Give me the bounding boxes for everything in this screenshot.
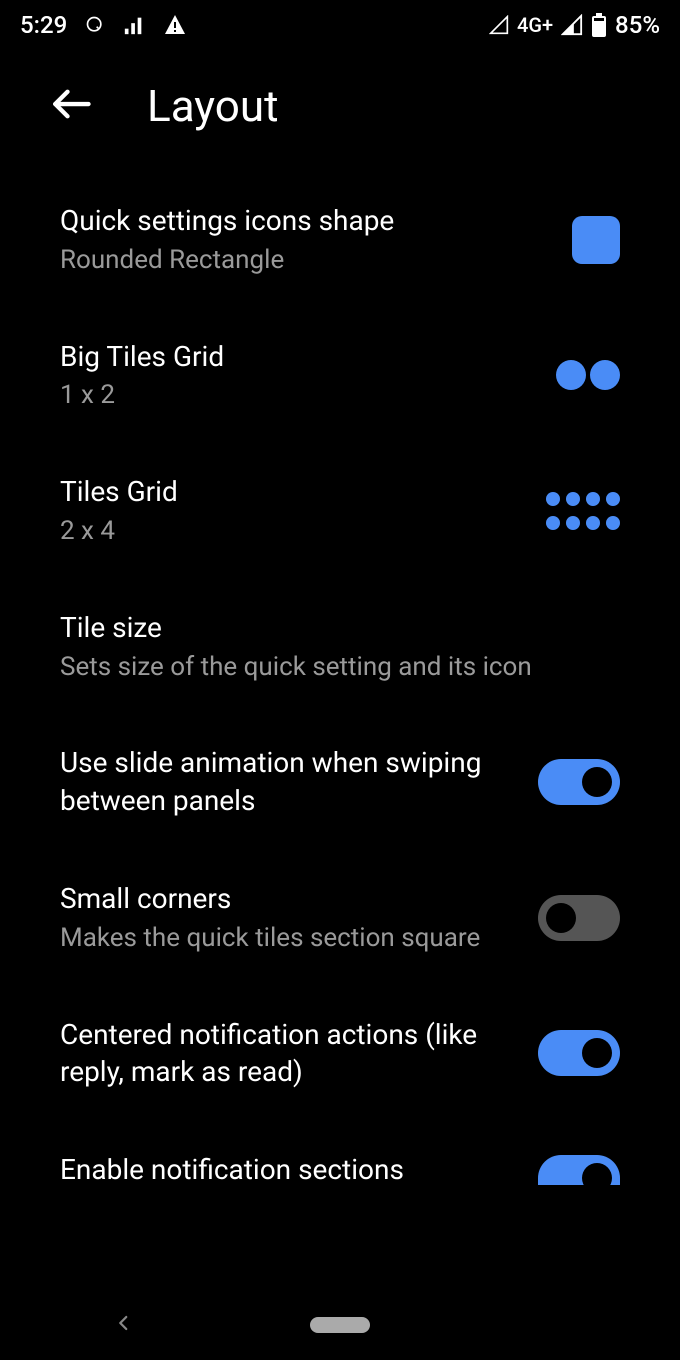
setting-slide-animation[interactable]: Use slide animation when swiping between… xyxy=(60,714,620,850)
setting-big-tiles[interactable]: Big Tiles Grid 1 x 2 xyxy=(60,308,620,444)
big-tiles-preview-icon xyxy=(556,360,620,390)
nav-bar xyxy=(0,1290,680,1360)
signal-triangle-icon xyxy=(489,15,509,35)
setting-title: Tiles Grid xyxy=(60,473,526,511)
setting-tiles-grid[interactable]: Tiles Grid 2 x 4 xyxy=(60,443,620,579)
signal-bars-icon xyxy=(123,14,145,36)
status-bar: 5:29 4G+ 85% xyxy=(0,0,680,50)
setting-qs-shape[interactable]: Quick settings icons shape Rounded Recta… xyxy=(60,172,620,308)
page-title: Layout xyxy=(147,80,279,132)
setting-title: Big Tiles Grid xyxy=(60,338,536,376)
toggle-centered-actions[interactable] xyxy=(538,1030,620,1076)
nav-home-pill[interactable] xyxy=(310,1317,370,1333)
setting-title: Use slide animation when swiping between… xyxy=(60,744,518,820)
toggle-slide-animation[interactable] xyxy=(538,759,620,805)
toggle-small-corners[interactable] xyxy=(538,895,620,941)
warning-icon xyxy=(163,13,187,37)
back-arrow-icon[interactable] xyxy=(50,83,92,129)
shape-preview-icon xyxy=(572,216,620,264)
setting-title: Tile size xyxy=(60,609,620,647)
toggle-notif-sections[interactable] xyxy=(538,1155,620,1185)
setting-centered-actions[interactable]: Centered notification actions (like repl… xyxy=(60,986,620,1122)
tiles-grid-preview-icon xyxy=(546,492,620,530)
search-icon xyxy=(85,15,105,35)
setting-title: Quick settings icons shape xyxy=(60,202,552,240)
setting-subtitle: Sets size of the quick setting and its i… xyxy=(60,651,620,685)
setting-title: Small corners xyxy=(60,880,518,918)
settings-list: Quick settings icons shape Rounded Recta… xyxy=(0,172,680,1189)
setting-subtitle: Rounded Rectangle xyxy=(60,244,552,278)
setting-subtitle: Makes the quick tiles section square xyxy=(60,922,518,956)
setting-title: Enable notification sections xyxy=(60,1151,518,1189)
status-right: 4G+ 85% xyxy=(489,11,660,39)
setting-small-corners[interactable]: Small corners Makes the quick tiles sect… xyxy=(60,850,620,986)
battery-percent: 85% xyxy=(615,11,660,39)
setting-subtitle: 1 x 2 xyxy=(60,379,536,413)
setting-subtitle: 2 x 4 xyxy=(60,515,526,549)
setting-title: Centered notification actions (like repl… xyxy=(60,1016,518,1092)
status-time: 5:29 xyxy=(20,11,67,39)
setting-tile-size[interactable]: Tile size Sets size of the quick setting… xyxy=(60,579,620,715)
battery-icon xyxy=(591,13,607,37)
header: Layout xyxy=(0,50,680,172)
status-left: 5:29 xyxy=(20,11,187,39)
network-type: 4G+ xyxy=(517,13,553,37)
nav-back-icon[interactable] xyxy=(115,1313,133,1338)
setting-notif-sections[interactable]: Enable notification sections xyxy=(60,1121,620,1189)
cell-signal-icon xyxy=(561,14,583,36)
